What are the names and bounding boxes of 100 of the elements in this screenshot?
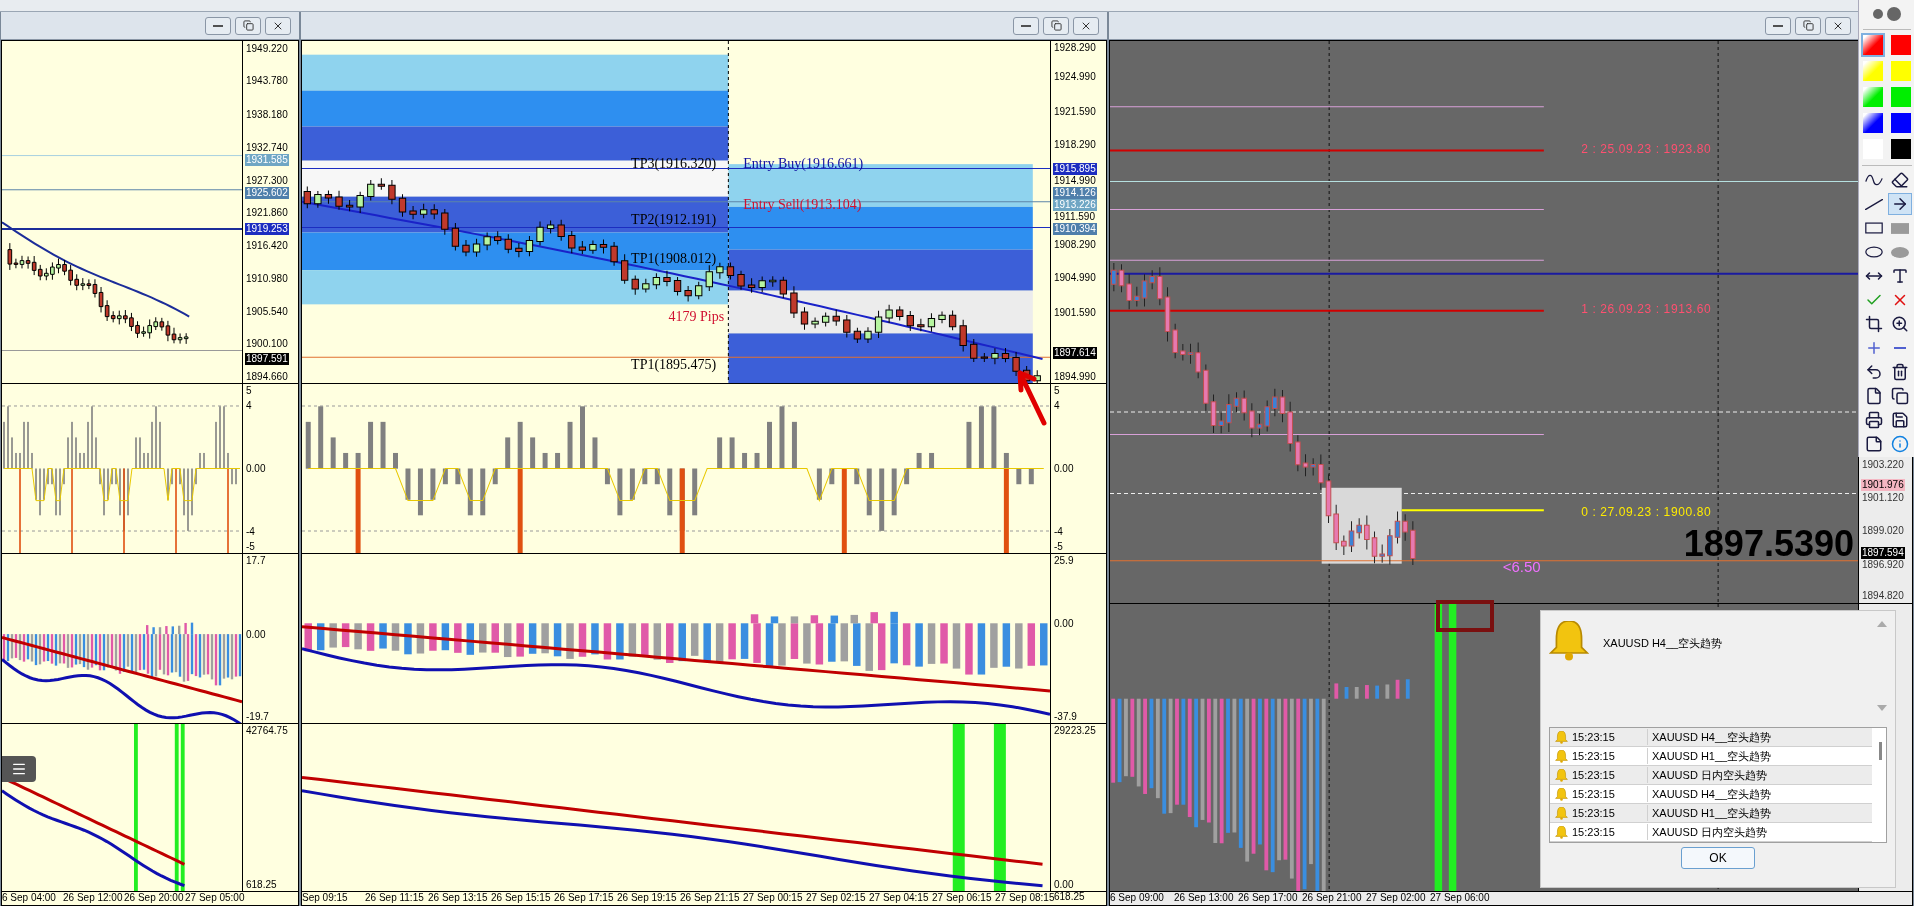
axis-label: 618.25: [245, 879, 278, 891]
time-label: 27 Sep 02:15: [806, 892, 867, 904]
axis-label: 1894.990: [1053, 371, 1097, 383]
axis-label: 1915.895: [1053, 162, 1097, 175]
time-label: 26 Sep 15:15: [491, 892, 552, 904]
alert-row[interactable]: 15:23:15 XAUUSD H1__空头趋势: [1550, 804, 1872, 823]
axis-label: 1908.290: [1053, 239, 1097, 252]
axis-label: 1901.976: [1861, 478, 1905, 491]
axis-label: 1900.100: [245, 338, 289, 351]
axis-label: -19.7: [245, 711, 270, 723]
fibonacci-level-label: 1 : 26.09.23 : 1913.60: [1581, 302, 1712, 317]
axis-label: 0.00: [1053, 463, 1075, 475]
axis-label: 0.00: [245, 628, 267, 641]
alert-time: 15:23:15: [1572, 747, 1648, 765]
time-label: 26 Sep 13:00: [1174, 892, 1235, 904]
alert-text: XAUUSD H1__空头趋势: [1651, 748, 1772, 764]
axis-label: -4: [245, 525, 256, 538]
fibonacci-level-label: 0 : 27.09.23 : 1900.80: [1581, 504, 1712, 519]
axis-label: 1938.180: [245, 109, 289, 122]
axis-label: 17.7: [245, 555, 267, 567]
alert-time: 15:23:15: [1572, 728, 1648, 746]
axis-label: 1931.585: [245, 153, 289, 166]
axis-label: 1916.420: [245, 240, 289, 253]
axis-label: -5: [1053, 541, 1064, 553]
axis-label: 1932.740: [245, 141, 289, 154]
time-label: 26 Sep 21:15: [680, 892, 741, 904]
distance-label: <6.50: [1502, 558, 1541, 576]
axis-label: 1896.920: [1861, 558, 1905, 571]
axis-label: 1905.540: [245, 305, 289, 318]
trade-level-label: 4179 Pips: [668, 309, 725, 326]
alert-row[interactable]: 15:23:15 XAUUSD 日内空头趋势: [1550, 766, 1872, 785]
alert-message: XAUUSD H4__空头趋势: [1603, 636, 1724, 651]
alert-row[interactable]: 15:23:15 XAUUSD H4__空头趋势: [1550, 785, 1872, 804]
axis-label: 1904.990: [1053, 272, 1097, 285]
axis-label: 4: [245, 400, 253, 413]
axis-label: 0.00: [245, 463, 267, 475]
axis-label: 1897.594: [1861, 546, 1905, 559]
axis-label: 1897.614: [1053, 346, 1097, 359]
axis-label: 1910.394: [1053, 222, 1097, 235]
axis-label: 1949.220: [245, 42, 289, 55]
time-label: 27 Sep 04:15: [869, 892, 930, 904]
axis-label: 1899.020: [1861, 524, 1905, 537]
axis-label: 1914.126: [1053, 186, 1097, 199]
time-label: 26 Sep 21:00: [1302, 892, 1363, 904]
alert-row[interactable]: 15:23:15 XAUUSD 日内空头趋势: [1550, 823, 1872, 842]
alert-text: XAUUSD 日内空头趋势: [1651, 824, 1767, 840]
axis-label: 1919.253: [245, 223, 289, 235]
alert-text: XAUUSD H4__空头趋势: [1651, 786, 1772, 802]
axis-label: 0.00: [1053, 879, 1075, 891]
axis-label: 1901.590: [1053, 306, 1097, 319]
time-label: 27 Sep 00:15: [743, 892, 804, 904]
axis-label: 1943.780: [245, 75, 289, 88]
alert-time: 15:23:15: [1572, 785, 1648, 803]
trade-level-label: TP1(1908.012): [631, 251, 717, 268]
axis-label: 0.00: [1053, 617, 1075, 630]
axis-label: 29223.25: [1053, 725, 1097, 737]
alert-time: 15:23:15: [1572, 766, 1648, 784]
price-readout: 1897.5390: [1683, 524, 1854, 565]
axis-label: 1927.300: [245, 174, 289, 187]
alert-row[interactable]: 15:23:15 XAUUSD H1__空头趋势: [1550, 747, 1872, 766]
axis-label: 1921.860: [245, 207, 289, 220]
trade-level-label: TP1(1895.475): [631, 357, 717, 374]
axis-label: 1928.290: [1053, 42, 1097, 54]
trade-level-label: Entry Buy(1916.661): [743, 155, 864, 172]
time-label: 26 Sep 12:00: [63, 892, 124, 904]
time-label: Sep 09:15: [302, 892, 349, 904]
axis-label: 1894.820: [1861, 589, 1905, 602]
trade-level-label: TP2(1912.191): [631, 212, 717, 228]
axis-label: 25.9: [1053, 555, 1075, 567]
alert-time: 15:23:15: [1572, 823, 1648, 841]
axis-label: 1911.590: [1053, 210, 1096, 223]
axis-label: 1903.220: [1861, 459, 1905, 472]
axis-label: 1918.290: [1053, 138, 1097, 151]
time-label: 26 Sep 11:15: [365, 892, 425, 904]
fibonacci-level-label: 2 : 25.09.23 : 1923.80: [1581, 142, 1712, 157]
axis-label: 1921.590: [1053, 105, 1097, 118]
time-label: 26 Sep 19:15: [617, 892, 678, 904]
axis-label: -37.9: [1053, 711, 1078, 723]
alert-text: XAUUSD H4__空头趋势: [1651, 729, 1772, 745]
axis-label: 4: [1053, 400, 1061, 413]
time-label: 26 Sep 17:00: [1238, 892, 1299, 904]
axis-label: 1894.660: [245, 371, 289, 383]
axis-label: 1910.980: [245, 272, 289, 285]
time-label: 27 Sep 02:00: [1366, 892, 1427, 904]
alert-time: 15:23:15: [1572, 804, 1648, 822]
axis-label: 618.25: [1053, 891, 1086, 903]
axis-label: 1901.120: [1861, 491, 1905, 504]
ok-button[interactable]: OK: [1681, 847, 1755, 869]
alert-row[interactable]: 15:23:15 XAUUSD H4__空头趋势: [1550, 728, 1872, 747]
time-label: 26 Sep 13:15: [428, 892, 489, 904]
time-label: 26 Sep 20:00: [124, 892, 185, 904]
time-label: 26 Sep 17:15: [554, 892, 615, 904]
axis-label: 1925.602: [245, 186, 289, 199]
time-label: 27 Sep 06:00: [1430, 892, 1491, 904]
axis-label: 1924.990: [1053, 71, 1097, 84]
alert-text: XAUUSD H1__空头趋势: [1651, 805, 1772, 821]
axis-label: 5: [1053, 385, 1061, 397]
trade-level-label: TP3(1916.320): [631, 155, 717, 172]
axis-label: 1897.591: [245, 353, 289, 366]
axis-label: 42764.75: [245, 725, 289, 737]
